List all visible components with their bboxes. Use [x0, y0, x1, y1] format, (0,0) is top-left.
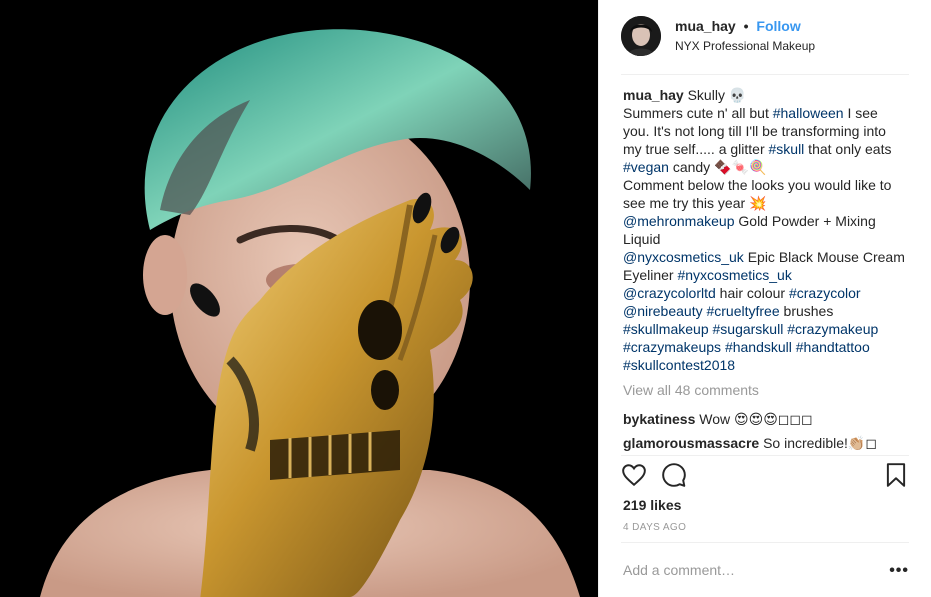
heart-outline-icon	[622, 464, 646, 487]
caption-segment: brushes	[783, 303, 834, 319]
comment-author[interactable]: glamorousmassacre	[623, 435, 759, 451]
post-details-panel: mua_hay • Follow NYX Professional Makeup…	[598, 0, 931, 597]
follow-button[interactable]: Follow	[756, 18, 800, 34]
comment-text: Wow 😍😍😍◻◻◻	[699, 411, 813, 427]
speech-bubble-icon	[662, 463, 686, 487]
caption-link[interactable]: #skull	[769, 141, 805, 157]
caption-link[interactable]: #handtattoo	[796, 339, 870, 355]
caption-link[interactable]: #vegan	[623, 159, 669, 175]
caption-link[interactable]: #skullcontest2018	[623, 357, 735, 373]
comment-text: So incredible!👏🏼◻	[763, 435, 877, 451]
caption-link[interactable]: #handskull	[725, 339, 792, 355]
comment-button[interactable]	[661, 462, 689, 490]
comments-section: mua_hay Skully 💀 Summers cute n' all but…	[623, 86, 907, 452]
save-button[interactable]	[883, 462, 911, 490]
author-avatar[interactable]	[621, 16, 661, 56]
caption-link[interactable]: #nyxcosmetics_uk	[677, 267, 791, 283]
caption-link[interactable]: #sugarskull	[713, 321, 784, 337]
avatar-image	[621, 16, 661, 56]
post-photo[interactable]	[0, 0, 598, 597]
post-location[interactable]: NYX Professional Makeup	[675, 39, 815, 53]
post-timestamp[interactable]: 4 DAYS AGO	[623, 522, 686, 533]
comment-divider	[621, 542, 909, 543]
like-button[interactable]	[621, 462, 649, 490]
caption-link[interactable]: @crazycolorltd	[623, 285, 716, 301]
caption-link[interactable]: #crazycolor	[789, 285, 861, 301]
post-image	[0, 0, 598, 597]
caption-link[interactable]: #crazymakeup	[787, 321, 878, 337]
caption-link[interactable]: @mehronmakeup	[623, 213, 735, 229]
separator-dot: •	[743, 18, 749, 34]
caption-link[interactable]: #crazymakeups	[623, 339, 721, 355]
caption-link[interactable]: #halloween	[773, 105, 844, 121]
comment-item: glamorousmassacre So incredible!👏🏼◻	[623, 434, 907, 452]
likes-count[interactable]: 219 likes	[623, 497, 681, 513]
caption-link[interactable]: @nirebeauty	[623, 303, 703, 319]
caption-author[interactable]: mua_hay	[623, 87, 684, 103]
post-header: mua_hay • Follow NYX Professional Makeup	[621, 14, 911, 60]
actions-divider	[621, 455, 909, 456]
caption-link[interactable]: @nyxcosmetics_uk	[623, 249, 744, 265]
view-all-comments-link[interactable]: View all 48 comments	[623, 381, 907, 399]
comment-item: bykatiness Wow 😍😍😍◻◻◻	[623, 410, 907, 428]
add-comment-input[interactable]	[623, 560, 853, 580]
bookmark-icon	[886, 463, 906, 487]
caption-link[interactable]: #skullmakeup	[623, 321, 709, 337]
caption-segment: that only eats	[804, 141, 896, 157]
header-line: mua_hay • Follow	[675, 18, 801, 34]
caption-link[interactable]: #crueltyfree	[706, 303, 779, 319]
ellipsis-icon[interactable]: •••	[889, 562, 909, 580]
caption: mua_hay Skully 💀 Summers cute n' all but…	[623, 86, 907, 374]
caption-text: Skully 💀 Summers cute n' all but #hallow…	[623, 87, 907, 373]
header-divider	[621, 74, 909, 75]
author-username[interactable]: mua_hay	[675, 18, 736, 34]
action-bar	[621, 462, 911, 490]
comment-author[interactable]: bykatiness	[623, 411, 695, 427]
caption-segment: hair colour	[715, 285, 789, 301]
